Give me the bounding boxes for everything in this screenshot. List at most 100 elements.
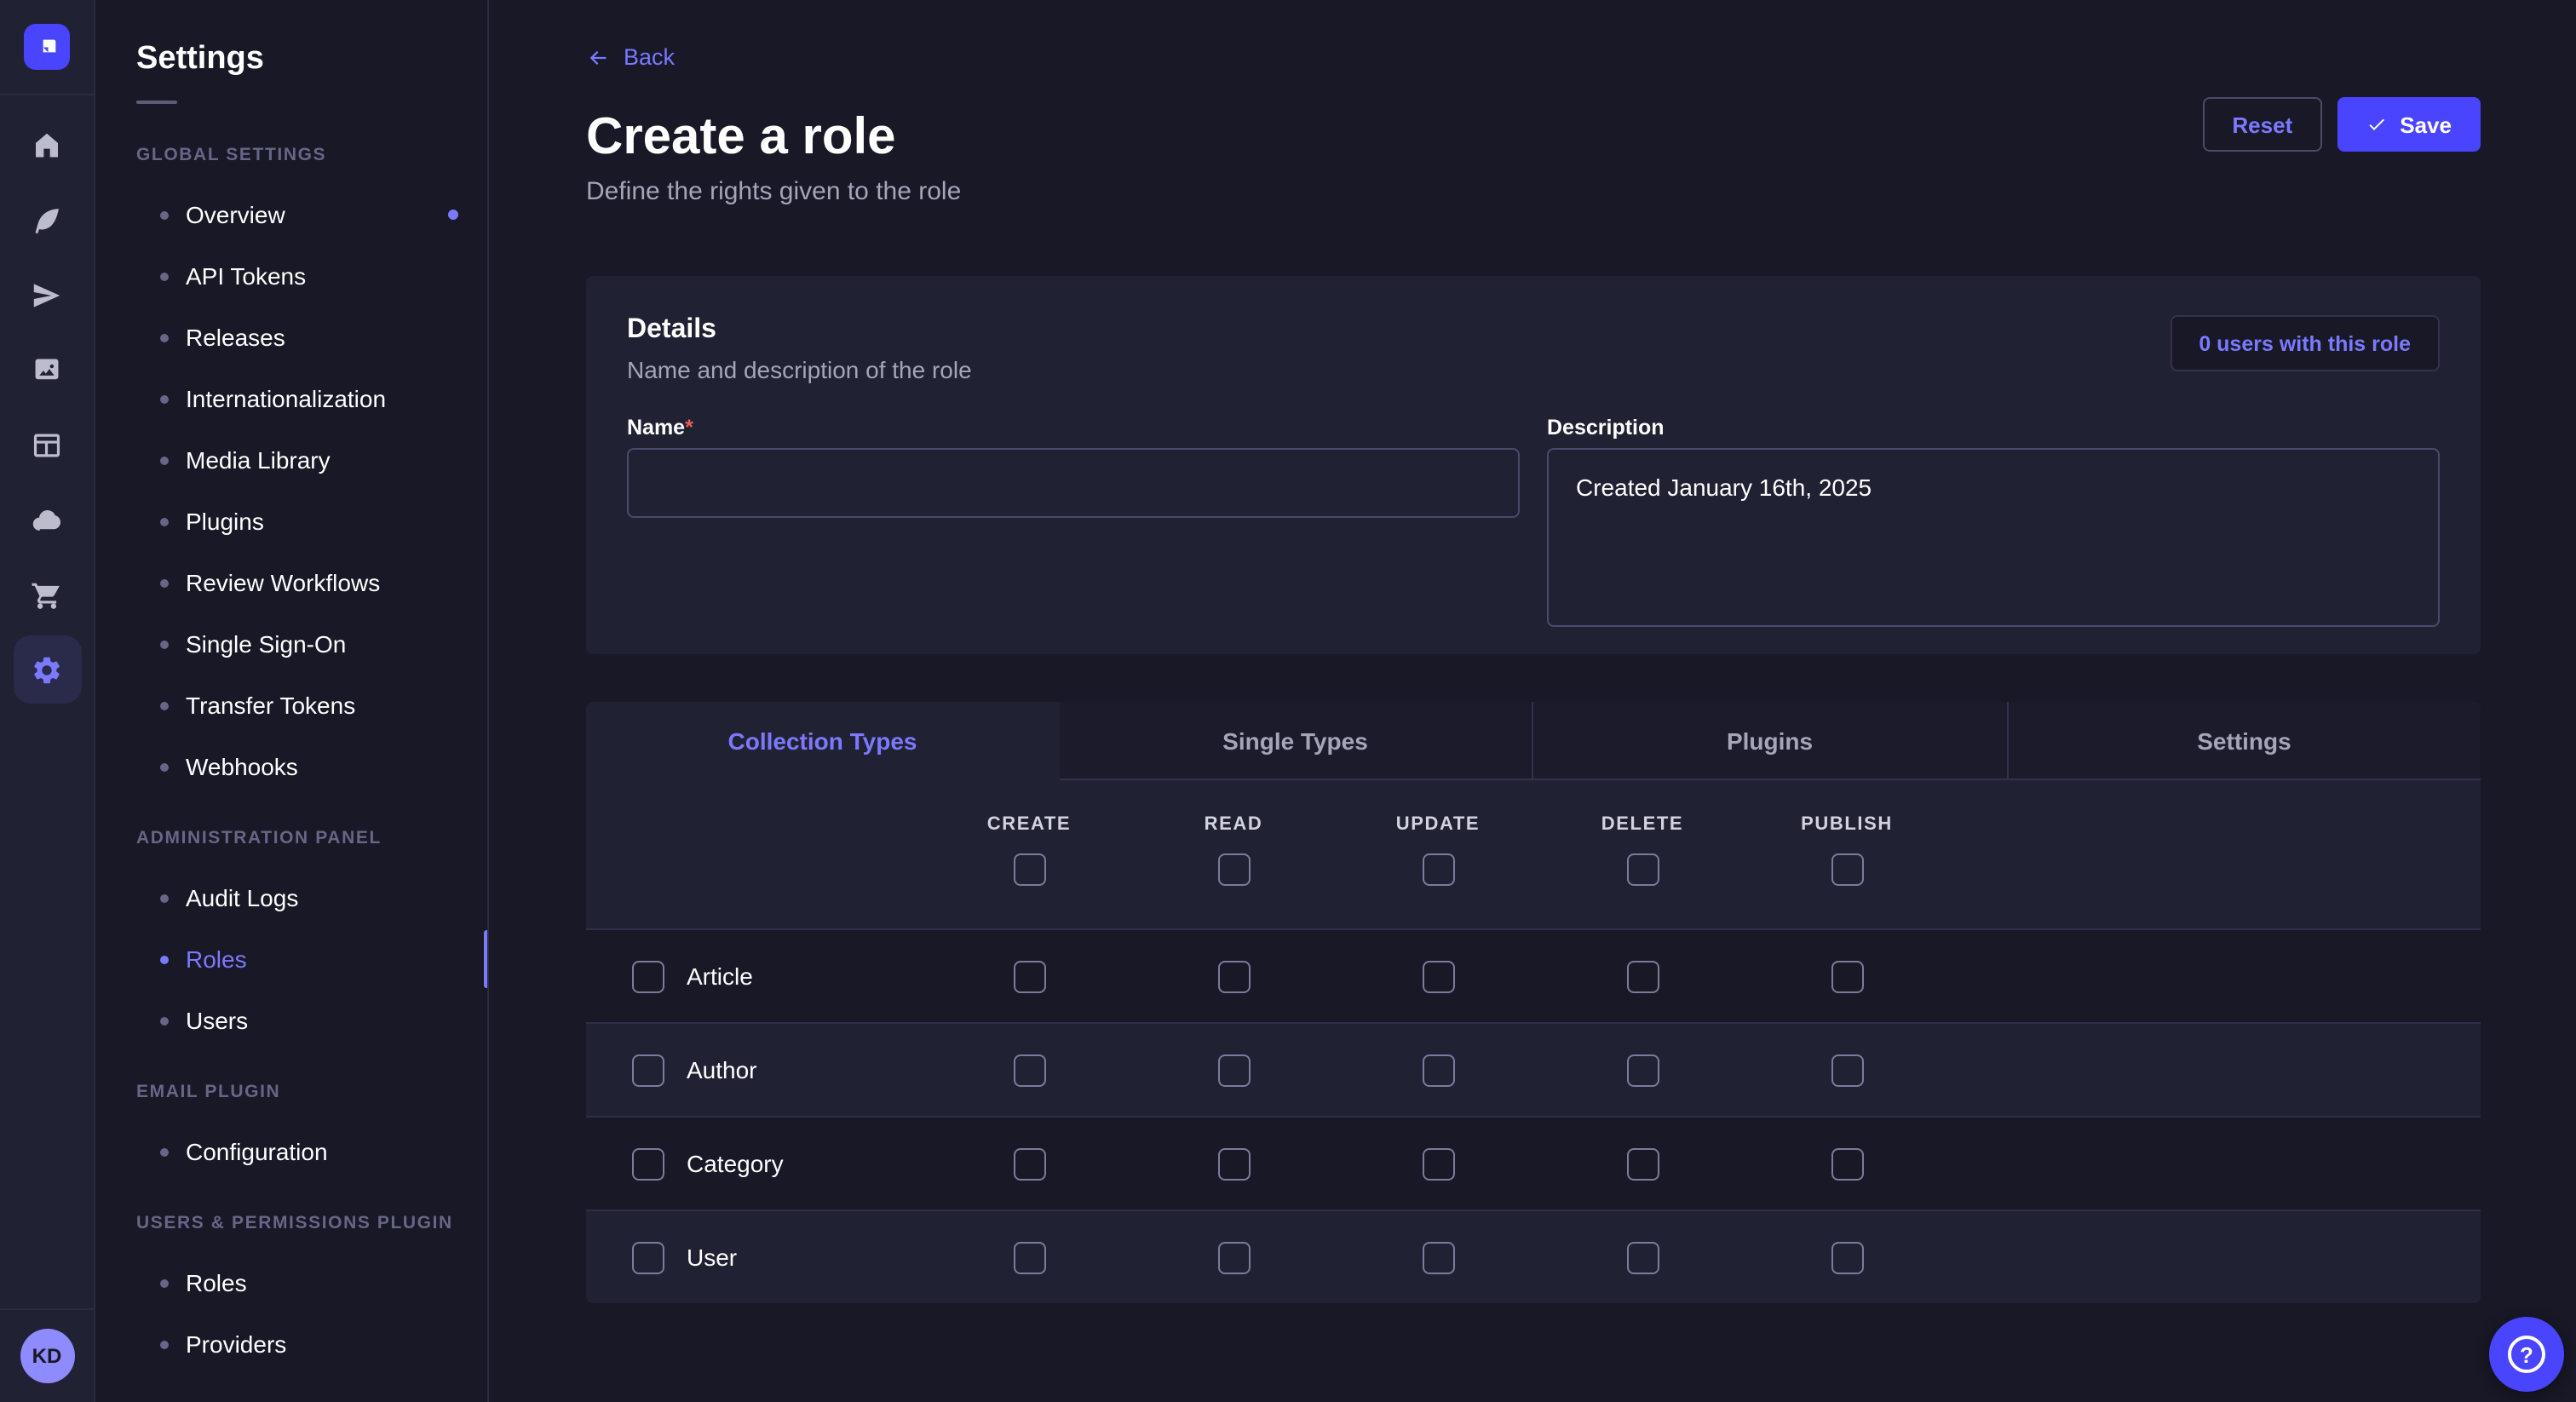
user-update-checkbox[interactable] xyxy=(1422,1241,1454,1273)
row-label: User xyxy=(687,1244,737,1271)
sidebar-item-label: Roles xyxy=(186,1269,247,1296)
bullet-icon xyxy=(160,394,169,403)
description-textarea[interactable]: Created January 16th, 2025 xyxy=(1547,448,2440,627)
bullet-icon xyxy=(160,517,169,526)
category-read-checkbox[interactable] xyxy=(1217,1147,1250,1180)
feather-icon[interactable] xyxy=(13,186,81,254)
article-update-checkbox[interactable] xyxy=(1422,960,1454,992)
subnav-section: USERS & PERMISSIONS PLUGIN Roles Providers xyxy=(95,1213,487,1375)
author-select-checkbox[interactable] xyxy=(632,1054,664,1086)
user-create-checkbox[interactable] xyxy=(1013,1241,1045,1273)
user-read-checkbox[interactable] xyxy=(1217,1241,1250,1273)
category-update-checkbox[interactable] xyxy=(1422,1147,1454,1180)
save-button[interactable]: Save xyxy=(2337,97,2481,152)
tab-single-types[interactable]: Single Types xyxy=(1059,702,1532,780)
paper-plane-icon[interactable] xyxy=(13,261,81,329)
article-create-checkbox[interactable] xyxy=(1013,960,1045,992)
select-all-checkboxes xyxy=(586,853,2481,928)
subnav-section-items: Audit LogsRoles Users xyxy=(95,867,487,1051)
bullet-icon xyxy=(160,955,169,963)
select-all-update-checkbox[interactable] xyxy=(1422,853,1454,886)
article-read-checkbox[interactable] xyxy=(1217,960,1250,992)
category-select-checkbox[interactable] xyxy=(632,1147,664,1180)
table-row-category: Category xyxy=(586,1116,2481,1210)
bullet-icon xyxy=(160,701,169,710)
select-all-delete-checkbox[interactable] xyxy=(1626,853,1659,886)
strapi-logo[interactable] xyxy=(24,24,70,70)
user-delete-checkbox[interactable] xyxy=(1626,1241,1659,1273)
subnav-sections: GLOBAL SETTINGSOverviewAPI TokensRelease… xyxy=(95,145,487,1375)
sidebar-item-review-workflows[interactable]: Review Workflows xyxy=(95,552,487,613)
category-delete-checkbox[interactable] xyxy=(1626,1147,1659,1180)
sidebar-item-audit-logs[interactable]: Audit Logs xyxy=(95,867,487,928)
permission-column-labels: CREATEREADUPDATEDELETEPUBLISH xyxy=(586,814,2481,836)
sidebar-item-api-tokens[interactable]: API Tokens xyxy=(95,245,487,307)
settings-subnav: Settings GLOBAL SETTINGSOverviewAPI Toke… xyxy=(95,0,489,1402)
article-select-checkbox[interactable] xyxy=(632,960,664,992)
tab-plugins[interactable]: Plugins xyxy=(1532,702,2006,780)
back-link[interactable]: Back xyxy=(586,44,675,72)
paper-plane-icon xyxy=(31,279,63,311)
sidebar-item-providers[interactable]: Providers xyxy=(95,1313,487,1375)
details-title: Details xyxy=(627,315,972,346)
gear-icon xyxy=(31,653,63,686)
subnav-title: Settings xyxy=(136,41,487,78)
sidebar-item-overview[interactable]: Overview xyxy=(95,184,487,245)
bullet-icon xyxy=(160,272,169,280)
subnav-section-header: USERS & PERMISSIONS PLUGIN xyxy=(136,1213,487,1235)
cart-icon[interactable] xyxy=(13,560,81,629)
sidebar-item-label: API Tokens xyxy=(186,262,306,290)
name-input[interactable] xyxy=(627,448,1520,518)
page-subtitle: Define the rights given to the role xyxy=(586,175,2481,210)
sidebar-item-plugins[interactable]: Plugins xyxy=(95,491,487,552)
sidebar-item-roles[interactable]: Roles xyxy=(95,1252,487,1313)
avatar[interactable]: KD xyxy=(20,1329,74,1383)
row-header: User xyxy=(586,1241,927,1273)
user-publish-checkbox[interactable] xyxy=(1831,1241,1863,1273)
help-button[interactable]: ? xyxy=(2489,1317,2564,1392)
tab-collection-types[interactable]: Collection Types xyxy=(586,702,1059,780)
sidebar-item-configuration[interactable]: Configuration xyxy=(95,1121,487,1182)
author-create-checkbox[interactable] xyxy=(1013,1054,1045,1086)
back-label: Back xyxy=(624,44,675,72)
bullet-icon xyxy=(160,333,169,342)
sidebar-item-releases[interactable]: Releases xyxy=(95,307,487,368)
images-icon[interactable] xyxy=(13,336,81,404)
permissions-table-header: CREATEREADUPDATEDELETEPUBLISH xyxy=(586,780,2481,928)
sidebar-item-label: Users xyxy=(186,1007,248,1034)
author-publish-checkbox[interactable] xyxy=(1831,1054,1863,1086)
subnav-section-items: Configuration xyxy=(95,1121,487,1182)
layout-icon[interactable] xyxy=(13,411,81,479)
cloud-icon[interactable] xyxy=(13,486,81,554)
article-publish-checkbox[interactable] xyxy=(1831,960,1863,992)
reset-button[interactable]: Reset xyxy=(2203,97,2321,152)
author-delete-checkbox[interactable] xyxy=(1626,1054,1659,1086)
description-field-group: Description Created January 16th, 2025 xyxy=(1547,417,2440,627)
sidebar-item-single-sign-on[interactable]: Single Sign-On xyxy=(95,613,487,675)
feather-icon xyxy=(31,204,63,236)
user-select-checkbox[interactable] xyxy=(632,1241,664,1273)
article-delete-checkbox[interactable] xyxy=(1626,960,1659,992)
users-with-role-button[interactable]: 0 users with this role xyxy=(2170,315,2440,371)
author-update-checkbox[interactable] xyxy=(1422,1054,1454,1086)
permissions-table-body: ArticleAuthorCategoryUser xyxy=(586,928,2481,1303)
sidebar-item-label: Internationalization xyxy=(186,385,386,412)
select-all-read-checkbox[interactable] xyxy=(1217,853,1250,886)
permissions-tabs: Collection TypesSingle TypesPluginsSetti… xyxy=(586,702,2481,780)
sidebar-item-internationalization[interactable]: Internationalization xyxy=(95,368,487,429)
author-read-checkbox[interactable] xyxy=(1217,1054,1250,1086)
sidebar-item-roles[interactable]: Roles xyxy=(95,928,487,990)
category-publish-checkbox[interactable] xyxy=(1831,1147,1863,1180)
sidebar-item-media-library[interactable]: Media Library xyxy=(95,429,487,491)
category-create-checkbox[interactable] xyxy=(1013,1147,1045,1180)
tab-settings[interactable]: Settings xyxy=(2006,702,2481,780)
sidebar-item-transfer-tokens[interactable]: Transfer Tokens xyxy=(95,675,487,736)
sidebar-item-users[interactable]: Users xyxy=(95,990,487,1051)
gear-icon[interactable] xyxy=(13,635,81,704)
select-all-publish-checkbox[interactable] xyxy=(1831,853,1863,886)
home-icon[interactable] xyxy=(13,111,81,179)
sidebar-item-webhooks[interactable]: Webhooks xyxy=(95,736,487,797)
page-title: Create a role xyxy=(586,107,2481,169)
logo-container xyxy=(0,0,94,95)
select-all-create-checkbox[interactable] xyxy=(1013,853,1045,886)
